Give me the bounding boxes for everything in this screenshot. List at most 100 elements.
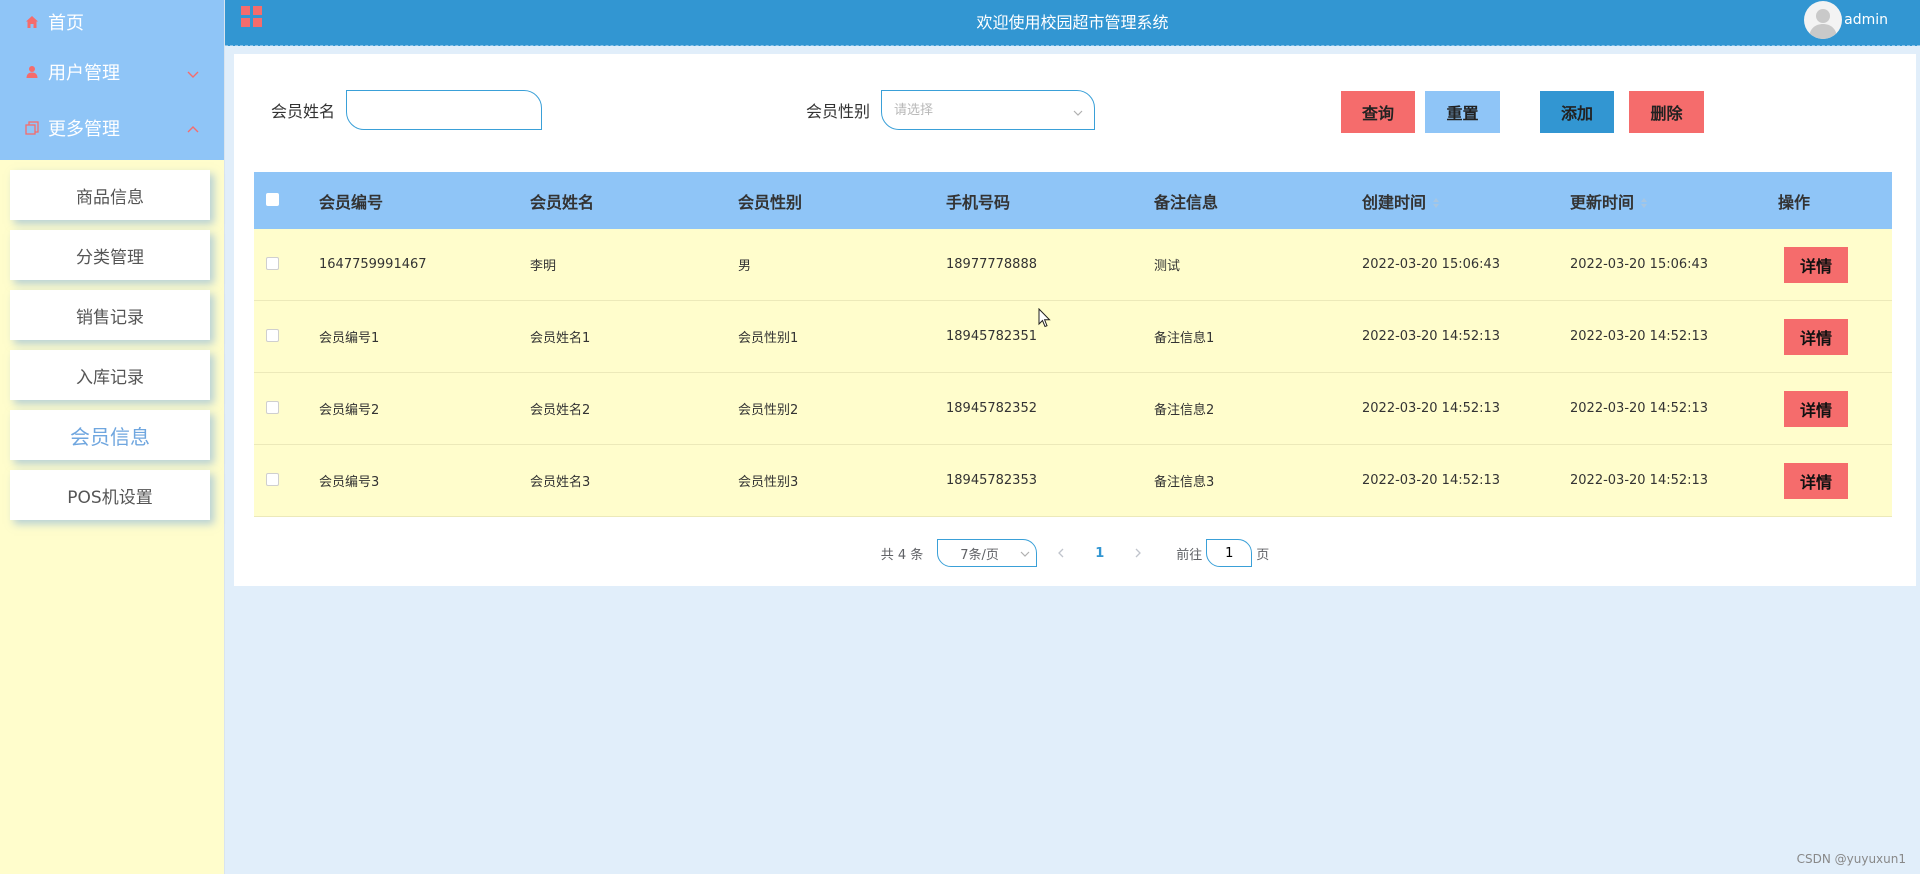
top-header: 欢迎使用校园超市管理系统 admin [225, 0, 1920, 46]
chevron-down-icon [1072, 104, 1084, 116]
column-header-updated[interactable]: 更新时间 [1570, 189, 1778, 213]
row-checkbox[interactable] [266, 329, 279, 342]
next-page-button[interactable] [1128, 543, 1148, 563]
cell-updated: 2022-03-20 14:52:13 [1570, 401, 1709, 416]
watermark: CSDN @yuyuxun1 [1796, 852, 1906, 866]
cell-updated: 2022-03-20 15:06:43 [1570, 257, 1709, 272]
submenu-item-products[interactable]: 商品信息 [10, 170, 210, 220]
column-header-label: 创建时间 [1362, 192, 1427, 212]
copy-icon [24, 120, 40, 136]
page-size-value: 7条/页 [960, 547, 999, 563]
sort-icon[interactable] [1432, 197, 1440, 209]
table-header: 会员编号 会员姓名 会员性别 手机号码 备注信息 创建时间 更新时间 操作 [254, 172, 1892, 229]
submenu-item-pos-settings[interactable]: POS机设置 [10, 470, 210, 520]
table-row: 1647759991467 李明 男 18977778888 测试 2022-0… [254, 229, 1892, 301]
detail-button[interactable]: 详情 [1784, 318, 1848, 355]
cell-updated: 2022-03-20 14:52:13 [1570, 473, 1709, 488]
submenu-item-sales[interactable]: 销售记录 [10, 290, 210, 340]
cell-member-name: 李明 [530, 259, 557, 274]
cell-note: 备注信息3 [1154, 475, 1215, 490]
cell-member-id: 1647759991467 [319, 257, 427, 272]
member-table: 会员编号 会员姓名 会员性别 手机号码 备注信息 创建时间 更新时间 操作 16… [254, 172, 1892, 517]
submenu-item-categories[interactable]: 分类管理 [10, 230, 210, 280]
cell-phone: 18977778888 [946, 257, 1037, 272]
add-button[interactable]: 添加 [1540, 91, 1614, 133]
table-row: 会员编号3 会员姓名3 会员性别3 18945782353 备注信息3 2022… [254, 445, 1892, 517]
page-suffix: 页 [1256, 547, 1270, 563]
reset-button[interactable]: 重置 [1425, 91, 1500, 133]
cell-member-name: 会员姓名1 [530, 331, 591, 346]
cell-note: 测试 [1154, 259, 1181, 274]
column-header: 手机号码 [946, 192, 1011, 212]
goto-page-input[interactable] [1206, 539, 1253, 567]
cell-member-gender: 会员性别1 [738, 331, 799, 346]
mouse-cursor-icon [1038, 308, 1051, 328]
cell-member-name: 会员姓名2 [530, 403, 591, 418]
detail-button[interactable]: 详情 [1784, 462, 1848, 499]
column-header-label: 更新时间 [1570, 192, 1635, 212]
cell-updated: 2022-03-20 14:52:13 [1570, 329, 1709, 344]
main-panel: 会员姓名 会员性别 查询 重置 添加 删除 会员编号 会员姓名 会员性别 手机号… [234, 54, 1916, 586]
select-all-checkbox[interactable] [266, 193, 279, 206]
home-icon [24, 14, 40, 30]
query-button[interactable]: 查询 [1341, 91, 1415, 133]
table-row: 会员编号2 会员姓名2 会员性别2 18945782352 备注信息2 2022… [254, 373, 1892, 445]
cell-created: 2022-03-20 14:52:13 [1362, 401, 1501, 416]
cell-member-id: 会员编号3 [319, 475, 380, 490]
member-gender-label: 会员性别 [806, 102, 871, 121]
cell-member-id: 会员编号2 [319, 403, 380, 418]
prev-page-button[interactable] [1051, 543, 1071, 563]
menu-item-label: 首页 [48, 13, 84, 34]
goto-label: 前往 [1176, 547, 1203, 563]
column-header-created[interactable]: 创建时间 [1362, 189, 1570, 213]
column-header: 备注信息 [1154, 192, 1219, 212]
cell-note: 备注信息2 [1154, 403, 1215, 418]
page-title: 欢迎使用校园超市管理系统 [976, 13, 1169, 32]
sidebar: 首页 用户管理 更多管理 商品信息 分类管理 销售记录 入库记录 会员信息 PO… [0, 0, 225, 874]
detail-button[interactable]: 详情 [1784, 246, 1848, 283]
cell-phone: 18945782353 [946, 473, 1037, 488]
column-header: 会员编号 [319, 192, 384, 212]
member-name-input[interactable] [346, 90, 542, 130]
column-header: 会员性别 [738, 192, 803, 212]
chevron-up-icon [186, 121, 200, 135]
sidebar-menu: 首页 用户管理 更多管理 [0, 0, 224, 160]
row-checkbox[interactable] [266, 257, 279, 270]
menu-item-home[interactable]: 首页 [0, 0, 224, 44]
chevron-left-icon [1058, 548, 1064, 558]
chevron-right-icon [1135, 548, 1142, 558]
submenu-item-members[interactable]: 会员信息 [10, 410, 210, 460]
cell-created: 2022-03-20 14:52:13 [1362, 329, 1501, 344]
member-gender-select[interactable] [881, 90, 1095, 130]
detail-button[interactable]: 详情 [1784, 390, 1848, 427]
avatar[interactable] [1804, 1, 1842, 39]
cell-member-gender: 会员性别3 [738, 475, 799, 490]
cell-created: 2022-03-20 15:06:43 [1362, 257, 1501, 272]
cell-phone: 18945782351 [946, 329, 1037, 344]
page-number[interactable]: 1 [1095, 546, 1104, 561]
delete-button[interactable]: 删除 [1629, 91, 1704, 133]
cell-created: 2022-03-20 14:52:13 [1362, 473, 1501, 488]
submenu: 商品信息 分类管理 销售记录 入库记录 会员信息 POS机设置 [0, 160, 224, 520]
cell-member-name: 会员姓名3 [530, 475, 591, 490]
pagination: 共 4 条 7条/页 1 前往 页 [234, 536, 1916, 570]
cell-member-id: 会员编号1 [319, 331, 380, 346]
submenu-item-stock-in[interactable]: 入库记录 [10, 350, 210, 400]
sort-icon[interactable] [1640, 197, 1648, 209]
menu-item-more-management[interactable]: 更多管理 [0, 100, 224, 156]
menu-item-user-management[interactable]: 用户管理 [0, 44, 224, 100]
username[interactable]: admin [1844, 12, 1888, 28]
row-checkbox[interactable] [266, 473, 279, 486]
column-header: 操作 [1778, 192, 1811, 212]
cell-phone: 18945782352 [946, 401, 1037, 416]
column-header: 会员姓名 [530, 192, 595, 212]
table-row: 会员编号1 会员姓名1 会员性别1 18945782351 备注信息1 2022… [254, 301, 1892, 373]
cell-member-gender: 男 [738, 259, 752, 274]
menu-item-label: 用户管理 [48, 63, 120, 84]
row-checkbox[interactable] [266, 401, 279, 414]
page-size-select[interactable]: 7条/页 [937, 539, 1038, 567]
pagination-total: 共 4 条 [880, 547, 924, 563]
user-icon [24, 64, 40, 80]
chevron-down-icon [186, 65, 200, 79]
chevron-down-icon [1020, 548, 1030, 558]
